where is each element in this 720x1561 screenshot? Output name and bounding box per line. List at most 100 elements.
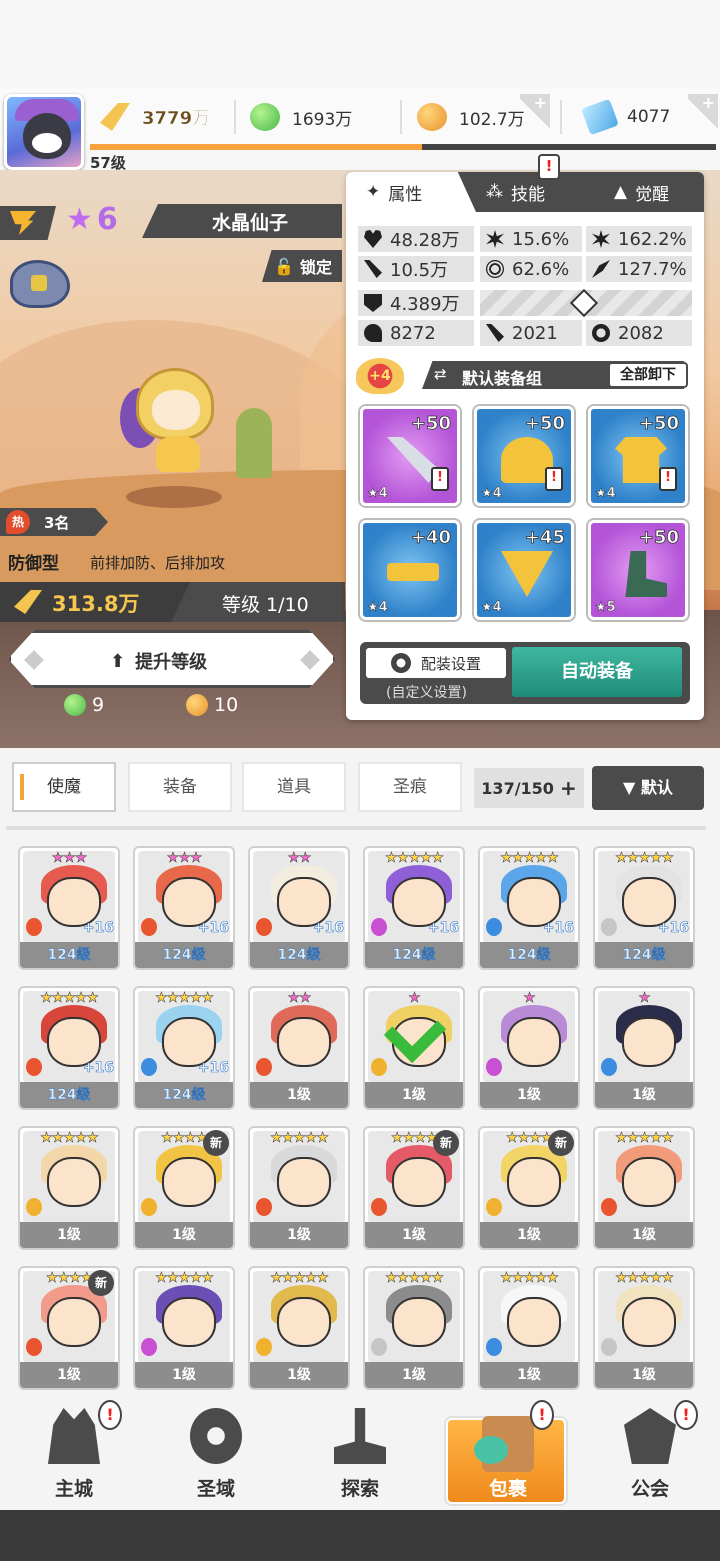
gear-enhance-level: +50 [524,413,565,435]
auto-equip-button[interactable]: 自动装备 [512,647,682,697]
nav-label: 主城 [54,1478,93,1500]
familiar-card[interactable]: ★★★★ 新 1级 [363,1126,465,1250]
skin-badge-icon[interactable] [10,260,70,308]
player-avatar[interactable] [4,94,84,170]
loadout-settings-sub: (自定义设置) [386,685,467,701]
green-currency-value: 1693万 [292,109,353,130]
familiar-card[interactable]: ★★★★★ 1级 [363,1266,465,1390]
familiar-card[interactable]: ★★★★★ 1级 [248,1126,350,1250]
gear-slot-belt[interactable]: +40 ★4 [360,520,460,620]
new-badge: 新 [88,1270,114,1296]
power-resource: 3779万 [100,102,210,132]
heart-icon [364,230,382,248]
alert-icon: ! [674,1400,698,1430]
element-icon [601,1058,617,1076]
add-gem-button[interactable] [688,93,718,134]
familiar-card[interactable]: ★★★★★ 1级 [593,1126,695,1250]
nav-label: 圣域 [196,1478,235,1500]
familiar-face [162,1157,216,1207]
star-rating: ★★★★★ [155,1270,214,1287]
alert-icon: ! [538,154,560,180]
familiar-card[interactable]: ★★★★ 新 1级 [478,1126,580,1250]
familiar-face [622,1017,676,1067]
familiar-card[interactable]: ★★★ +16 124级 [18,846,120,970]
familiar-card[interactable]: ★★★★ 新 1级 [133,1126,235,1250]
gear-slot-necklace[interactable]: +45 ★4 [474,520,574,620]
awaken-icon: ▲ [614,182,628,202]
gear-enhance-level: +50 [410,413,451,435]
element-icon [486,1198,502,1216]
familiar-card[interactable]: ★★★★★ 1级 [18,1126,120,1250]
gear-slot-boots[interactable]: +50 ★5 [588,520,688,620]
familiar-card[interactable]: ★★★★★ +16 124级 [478,846,580,970]
familiar-card[interactable]: ★★ 1级 [248,986,350,1110]
star-rating: ★★★★★ [40,990,99,1007]
familiar-card[interactable]: ★ 1级 [363,986,465,1110]
familiar-card[interactable]: ★★★★★ +16 124级 [133,986,235,1110]
familiar-card[interactable]: ★★★★ 新 1级 [18,1266,120,1390]
familiar-face [622,1297,676,1347]
star-rating: ★★★★★ [615,1130,674,1147]
familiar-card[interactable]: ★★★★★ +16 124级 [18,986,120,1110]
unload-all-button[interactable]: 全部卸下 [608,362,688,388]
element-icon [256,1198,272,1216]
gear-slot-helmet[interactable]: +50 ★4! [474,406,574,506]
nav-label: 公会 [630,1478,669,1500]
familiar-card[interactable]: ★★★★★ +16 124级 [363,846,465,970]
tab-items[interactable]: 道具 [242,762,346,812]
hero-shadow [126,486,222,508]
familiar-card[interactable]: ★★★★★ +16 124级 [593,846,695,970]
familiar-card[interactable]: ★★★★★ 1级 [248,1266,350,1390]
green-currency: 1693万 [250,102,352,132]
speed-icon [592,260,610,278]
upgrade-level-label[interactable]: ⬆ 提升等级 [110,648,207,674]
tab-stigmata[interactable]: 圣痕 [358,762,462,812]
belt-icon [387,563,439,581]
familiar-level: 1级 [250,1362,348,1388]
gear-slot-armor[interactable]: +50 ★4! [588,406,688,506]
nav-bag[interactable]: 包裹 [446,1416,566,1504]
element-icon [26,1198,42,1216]
nav-swirl[interactable]: 圣域 [156,1400,276,1508]
familiar-card[interactable]: ★★★ +16 124级 [133,846,235,970]
familiar-level: 124级 [595,942,693,968]
element-icon [601,1338,617,1356]
familiar-card[interactable]: ★ 1级 [593,986,695,1110]
familiar-card[interactable]: ★★ +16 124级 [248,846,350,970]
gear-slot-weapon[interactable]: +50 ★4! [360,406,460,506]
swirl-icon [190,1408,242,1464]
familiar-card[interactable]: ★★★★★ 1级 [133,1266,235,1390]
familiar-level: 124级 [250,942,348,968]
stat-a: 8272 [358,320,474,346]
tab-attributes[interactable]: ✦ 属性 [346,172,476,212]
tab-equipment[interactable]: 装备 [128,762,232,812]
tab-familiars[interactable]: 使魔 [12,762,116,812]
familiar-card[interactable]: ★★★★★ 1级 [478,1266,580,1390]
lock-button[interactable]: 🔓 锁定 [262,250,342,282]
sort-dropdown[interactable]: ▼ 默认 [592,766,704,810]
familiar-card[interactable]: ★★★★★ 1级 [593,1266,695,1390]
new-badge: 新 [548,1130,574,1156]
familiar-face [47,1157,101,1207]
familiar-level: 1级 [480,1362,578,1388]
element-icon [256,1338,272,1356]
familiar-face [507,1297,561,1347]
familiar-level: 1级 [595,1082,693,1108]
nav-sword[interactable]: 探索 [300,1400,420,1508]
familiar-level: 124级 [480,942,578,968]
element-icon [141,1058,157,1076]
star-rating: ★★★★★ [270,1270,329,1287]
tab-awaken[interactable]: ▲ 觉醒 [614,172,704,212]
orange-coin-icon [186,694,208,716]
familiar-card[interactable]: ★ 1级 [478,986,580,1110]
add-orange-button[interactable] [520,93,550,134]
gear-stars: ★4 [367,486,388,502]
gear-enhance-level: +40 [410,527,451,549]
familiar-face [507,1017,561,1067]
gear-icon [390,653,411,673]
familiar-level: 1级 [365,1362,463,1388]
inventory-capacity[interactable]: 137/150 + [474,768,584,808]
role-type: 防御型 [8,554,59,574]
familiar-level: 1级 [135,1362,233,1388]
loadout-settings-button[interactable]: 配装设置 [366,648,506,678]
